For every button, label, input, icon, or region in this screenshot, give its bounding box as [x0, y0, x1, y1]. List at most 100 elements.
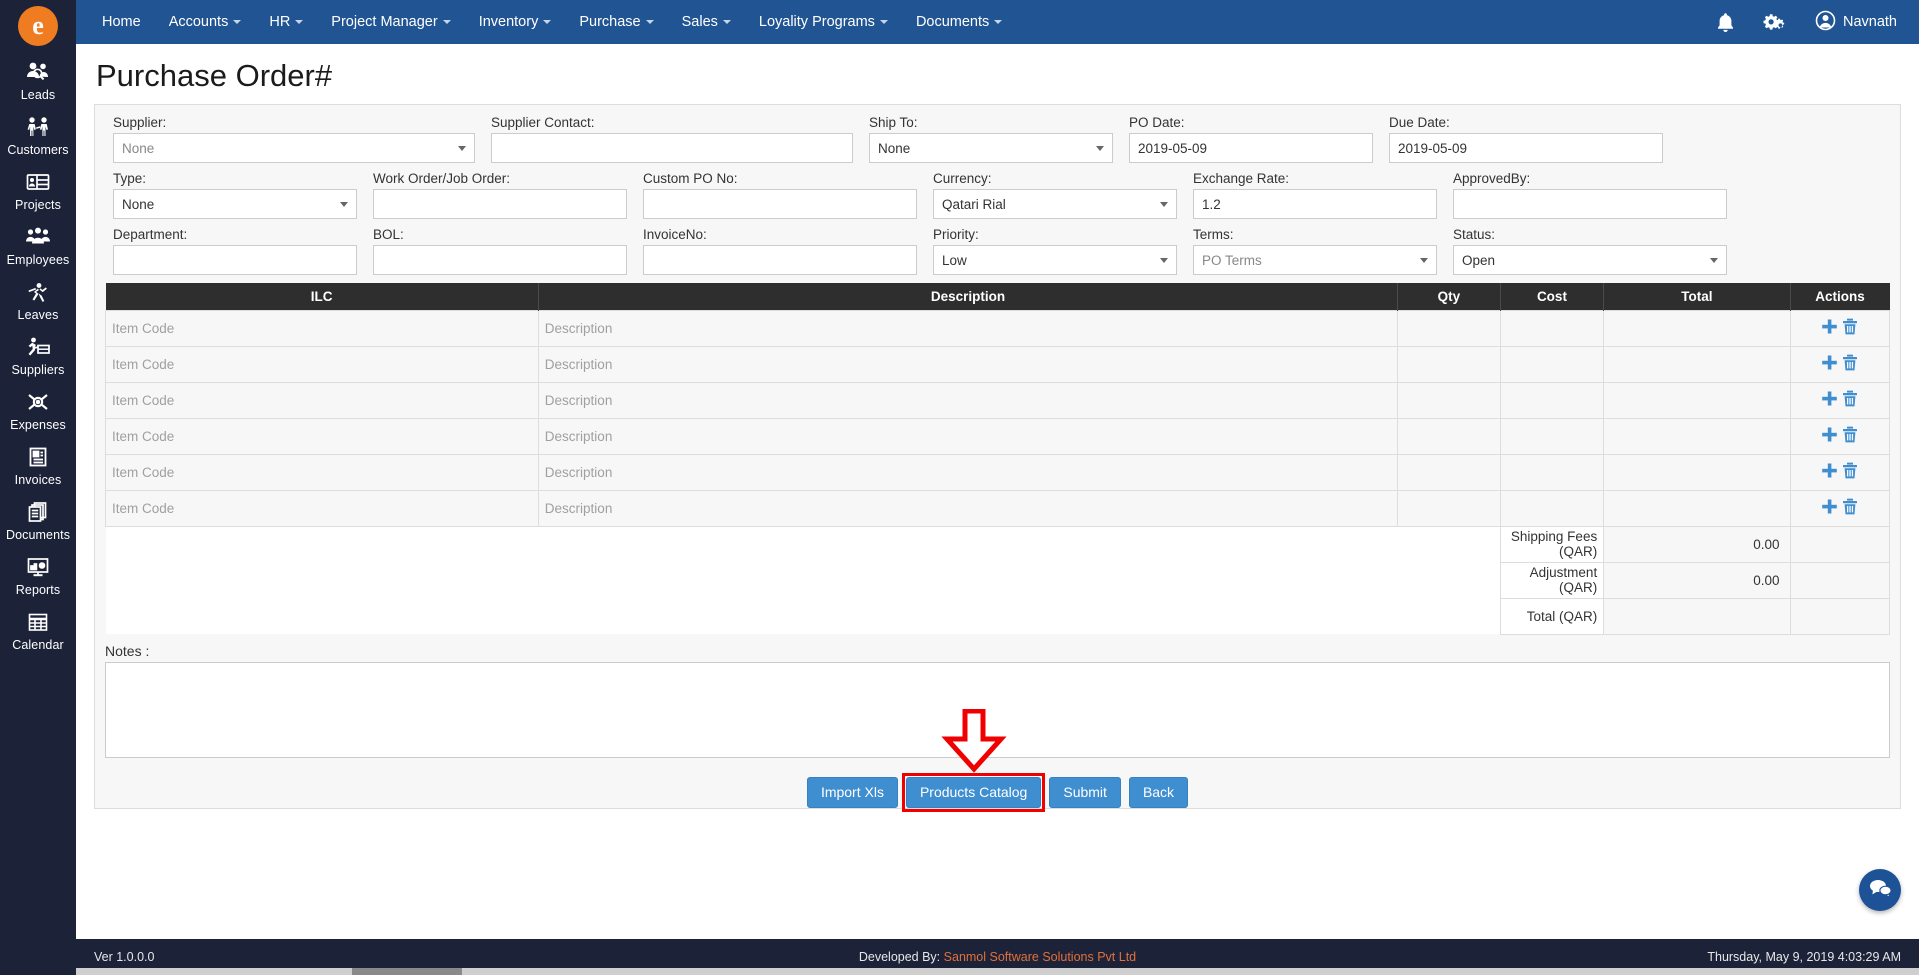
total-input[interactable]: [1610, 456, 1784, 488]
supplier-contact-input[interactable]: [491, 133, 853, 163]
description-input[interactable]: [544, 312, 1392, 344]
total-input[interactable]: [1610, 492, 1784, 524]
chat-button[interactable]: [1859, 869, 1901, 911]
plus-icon[interactable]: [1821, 390, 1838, 410]
trash-icon[interactable]: [1842, 462, 1858, 482]
sidebar-item-projects[interactable]: Projects: [0, 162, 76, 217]
type-select-value[interactable]: [113, 189, 357, 219]
currency-select-value[interactable]: [933, 189, 1177, 219]
cost-input[interactable]: [1506, 384, 1598, 416]
ilc-input[interactable]: [112, 420, 532, 452]
trash-icon[interactable]: [1842, 318, 1858, 338]
trash-icon[interactable]: [1842, 498, 1858, 518]
nav-item-purchase[interactable]: Purchase: [565, 0, 667, 44]
ilc-input[interactable]: [112, 492, 532, 524]
work-order-input[interactable]: [373, 189, 627, 219]
bol-input[interactable]: [373, 245, 627, 275]
notes-textarea[interactable]: [105, 661, 1890, 758]
status-select[interactable]: [1453, 245, 1727, 275]
supplier-select-value[interactable]: [113, 133, 475, 163]
plus-icon[interactable]: [1821, 318, 1838, 338]
cost-input[interactable]: [1506, 348, 1598, 380]
qty-input[interactable]: [1404, 384, 1494, 416]
user-menu[interactable]: Navnath: [1815, 10, 1897, 35]
scrollbar-thumb[interactable]: [352, 968, 462, 975]
nav-item-project-manager[interactable]: Project Manager: [317, 0, 464, 44]
sidebar-item-calendar[interactable]: Calendar: [0, 602, 76, 657]
plus-icon[interactable]: [1821, 426, 1838, 446]
horizontal-scrollbar[interactable]: [76, 968, 1919, 975]
description-input[interactable]: [544, 492, 1392, 524]
submit-button[interactable]: Submit: [1049, 776, 1121, 808]
terms-select-value[interactable]: [1193, 245, 1437, 275]
total-input[interactable]: [1610, 420, 1784, 452]
back-button[interactable]: Back: [1128, 776, 1189, 808]
description-input[interactable]: [544, 384, 1392, 416]
plus-icon[interactable]: [1821, 462, 1838, 482]
brand-logo[interactable]: e: [0, 0, 76, 52]
qty-input[interactable]: [1404, 420, 1494, 452]
sidebar-item-suppliers[interactable]: Suppliers: [0, 327, 76, 382]
invoice-no-input[interactable]: [643, 245, 917, 275]
currency-select[interactable]: [933, 189, 1177, 219]
ship-to-select[interactable]: [869, 133, 1113, 163]
plus-icon[interactable]: [1821, 498, 1838, 518]
cost-input[interactable]: [1506, 456, 1598, 488]
exchange-rate-input[interactable]: [1193, 189, 1437, 219]
sidebar-item-documents[interactable]: Documents: [0, 492, 76, 547]
description-input[interactable]: [544, 456, 1392, 488]
cost-input[interactable]: [1506, 312, 1598, 344]
nav-item-inventory[interactable]: Inventory: [465, 0, 566, 44]
sidebar-item-employees[interactable]: Employees: [0, 217, 76, 272]
shipping-fees-input[interactable]: [1610, 528, 1784, 560]
cost-input[interactable]: [1506, 492, 1598, 524]
ilc-input[interactable]: [112, 312, 532, 344]
po-date-input[interactable]: [1129, 133, 1373, 163]
nav-item-loyality-programs[interactable]: Loyality Programs: [745, 0, 902, 44]
supplier-select[interactable]: [113, 133, 475, 163]
qty-input[interactable]: [1404, 312, 1494, 344]
sidebar-item-invoices[interactable]: Invoices: [0, 437, 76, 492]
footer-developer-link[interactable]: Sanmol Software Solutions Pvt Ltd: [944, 950, 1136, 964]
due-date-input[interactable]: [1389, 133, 1663, 163]
total-input[interactable]: [1610, 312, 1784, 344]
trash-icon[interactable]: [1842, 354, 1858, 374]
approved-by-input[interactable]: [1453, 189, 1727, 219]
import-xls-button[interactable]: Import Xls: [806, 776, 898, 808]
trash-icon[interactable]: [1842, 390, 1858, 410]
type-select[interactable]: [113, 189, 357, 219]
trash-icon[interactable]: [1842, 426, 1858, 446]
nav-item-hr[interactable]: HR: [255, 0, 317, 44]
description-input[interactable]: [544, 420, 1392, 452]
sidebar-item-expenses[interactable]: Expenses: [0, 382, 76, 437]
sidebar-item-leaves[interactable]: Leaves: [0, 272, 76, 327]
bell-icon[interactable]: [1716, 12, 1735, 33]
priority-select[interactable]: [933, 245, 1177, 275]
total-input[interactable]: [1610, 348, 1784, 380]
description-input[interactable]: [544, 348, 1392, 380]
nav-item-sales[interactable]: Sales: [668, 0, 745, 44]
ship-to-select-value[interactable]: [869, 133, 1113, 163]
status-select-value[interactable]: [1453, 245, 1727, 275]
sidebar-item-customers[interactable]: Customers: [0, 107, 76, 162]
terms-select[interactable]: [1193, 245, 1437, 275]
ilc-input[interactable]: [112, 456, 532, 488]
qty-input[interactable]: [1404, 492, 1494, 524]
department-input[interactable]: [113, 245, 357, 275]
total-input[interactable]: [1610, 384, 1784, 416]
adjustment-input[interactable]: [1610, 564, 1784, 596]
nav-item-accounts[interactable]: Accounts: [155, 0, 256, 44]
plus-icon[interactable]: [1821, 354, 1838, 374]
products-catalog-button[interactable]: Products Catalog: [905, 776, 1042, 808]
cost-input[interactable]: [1506, 420, 1598, 452]
qty-input[interactable]: [1404, 348, 1494, 380]
nav-item-home[interactable]: Home: [88, 0, 155, 44]
sidebar-item-reports[interactable]: Reports: [0, 547, 76, 602]
ilc-input[interactable]: [112, 348, 532, 380]
nav-item-documents[interactable]: Documents: [902, 0, 1016, 44]
qty-input[interactable]: [1404, 456, 1494, 488]
ilc-input[interactable]: [112, 384, 532, 416]
priority-select-value[interactable]: [933, 245, 1177, 275]
custom-po-no-input[interactable]: [643, 189, 917, 219]
sidebar-item-leads[interactable]: Leads: [0, 52, 76, 107]
